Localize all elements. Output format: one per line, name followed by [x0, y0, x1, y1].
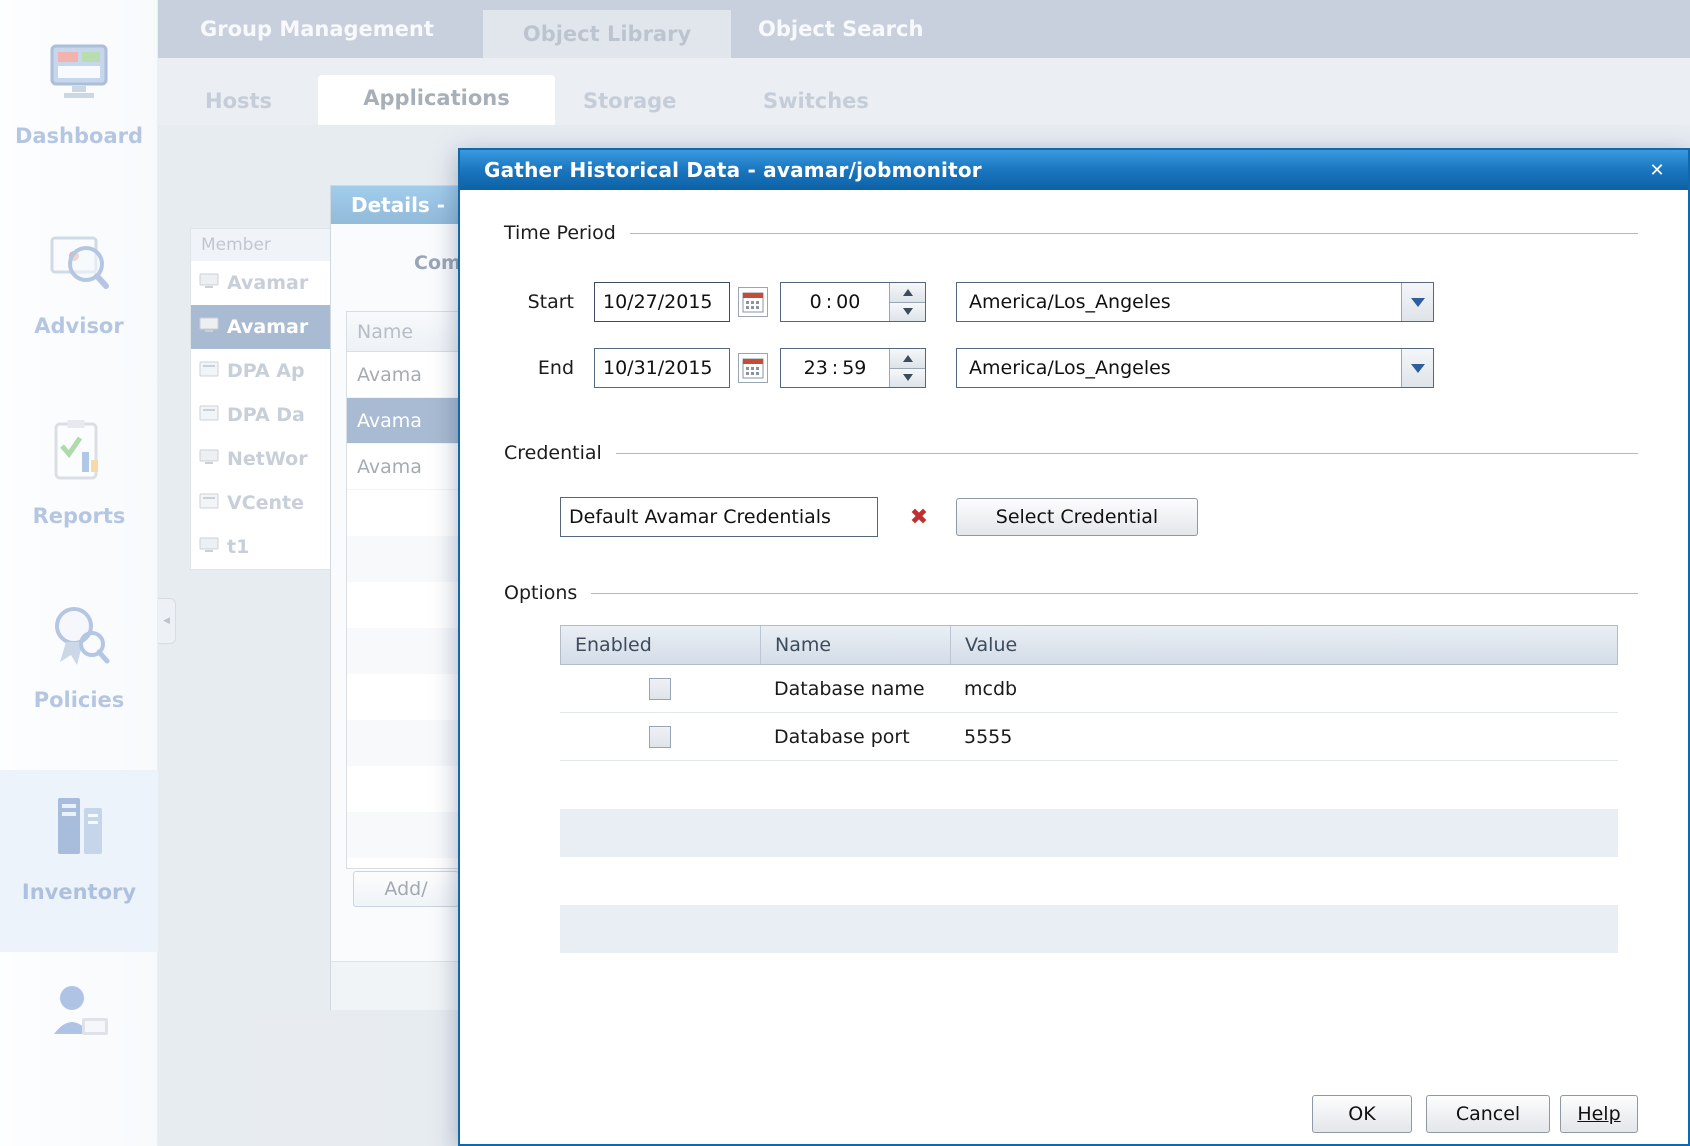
end-timezone-select[interactable]: America/Los_Angeles: [956, 348, 1434, 388]
cancel-button[interactable]: Cancel: [1426, 1095, 1550, 1133]
dialog-title: Gather Historical Data - avamar/jobmonit…: [460, 158, 982, 182]
option-value: 5555: [950, 726, 1618, 748]
option-row-database-name[interactable]: Database name mcdb: [560, 665, 1618, 713]
options-table-header: Enabled Name Value: [560, 625, 1618, 665]
enabled-checkbox[interactable]: [649, 726, 671, 748]
end-hour: 23: [804, 357, 828, 379]
arrow-up-icon: [903, 289, 913, 296]
option-value: mcdb: [950, 678, 1618, 700]
end-calendar-button[interactable]: [738, 353, 768, 383]
start-time-input[interactable]: 0 : 00: [781, 283, 889, 321]
arrow-down-icon: [903, 308, 913, 315]
start-hour: 0: [810, 291, 822, 313]
start-label: Start: [504, 291, 594, 313]
start-minute: 00: [836, 291, 860, 313]
end-time-spinner: [889, 349, 925, 387]
end-time-input[interactable]: 23 : 59: [781, 349, 889, 387]
end-date-input[interactable]: [594, 348, 730, 388]
spin-up-button[interactable]: [890, 349, 925, 369]
start-calendar-button[interactable]: [738, 287, 768, 317]
column-header-enabled: Enabled: [561, 626, 761, 664]
chevron-down-icon: [1411, 298, 1425, 307]
select-credential-button[interactable]: Select Credential: [956, 498, 1198, 536]
time-separator: :: [832, 357, 838, 379]
arrow-down-icon: [903, 374, 913, 381]
end-time-control: 23 : 59: [780, 348, 926, 388]
chevron-down-icon: [1411, 364, 1425, 373]
ok-button[interactable]: OK: [1312, 1095, 1412, 1133]
time-period-label: Time Period: [504, 222, 616, 244]
start-time-control: 0 : 00: [780, 282, 926, 322]
end-timezone-value: America/Los_Angeles: [957, 357, 1171, 379]
start-time-spinner: [889, 283, 925, 321]
option-name: Database port: [760, 726, 950, 748]
section-divider: [616, 453, 1638, 454]
column-header-name: Name: [761, 626, 951, 664]
end-minute: 59: [842, 357, 866, 379]
section-divider: [591, 593, 1638, 594]
option-row-database-port[interactable]: Database port 5555: [560, 713, 1618, 761]
start-date-input[interactable]: [594, 282, 730, 322]
help-button[interactable]: Help: [1560, 1095, 1638, 1133]
remove-credential-icon[interactable]: ✖: [904, 505, 934, 530]
start-timezone-select[interactable]: America/Los_Angeles: [956, 282, 1434, 322]
arrow-up-icon: [903, 355, 913, 362]
dropdown-button[interactable]: [1401, 283, 1433, 321]
screen: Dashboard Advisor Reports Policies Inven…: [0, 0, 1690, 1146]
spin-down-button[interactable]: [890, 303, 925, 322]
credential-row: ✖ Select Credential: [560, 495, 1638, 539]
enabled-checkbox[interactable]: [649, 678, 671, 700]
section-divider: [630, 233, 1638, 234]
dialog-titlebar: Gather Historical Data - avamar/jobmonit…: [460, 150, 1688, 190]
spin-up-button[interactable]: [890, 283, 925, 303]
gather-historical-data-dialog: Gather Historical Data - avamar/jobmonit…: [458, 148, 1690, 1146]
end-label: End: [504, 357, 594, 379]
credential-label: Credential: [504, 442, 602, 464]
options-table: Enabled Name Value Database name mcdb Da…: [560, 625, 1618, 1001]
options-label: Options: [504, 582, 577, 604]
options-section: Options: [504, 580, 1638, 606]
column-header-value: Value: [951, 626, 1617, 664]
calendar-icon: [742, 357, 764, 379]
end-row: End 23 : 59 America/Los_Angeles: [504, 346, 1638, 390]
credential-section: Credential: [504, 440, 1638, 466]
time-separator: :: [826, 291, 832, 313]
close-icon[interactable]: ✕: [1644, 158, 1670, 184]
credential-input[interactable]: [560, 497, 878, 537]
option-name: Database name: [760, 678, 950, 700]
time-period-section: Time Period: [504, 220, 1638, 246]
calendar-icon: [742, 291, 764, 313]
spin-down-button[interactable]: [890, 369, 925, 388]
dropdown-button[interactable]: [1401, 349, 1433, 387]
start-timezone-value: America/Los_Angeles: [957, 291, 1171, 313]
empty-rows: [560, 761, 1618, 1001]
start-row: Start 0 : 00 America/Los_Angeles: [504, 280, 1638, 324]
